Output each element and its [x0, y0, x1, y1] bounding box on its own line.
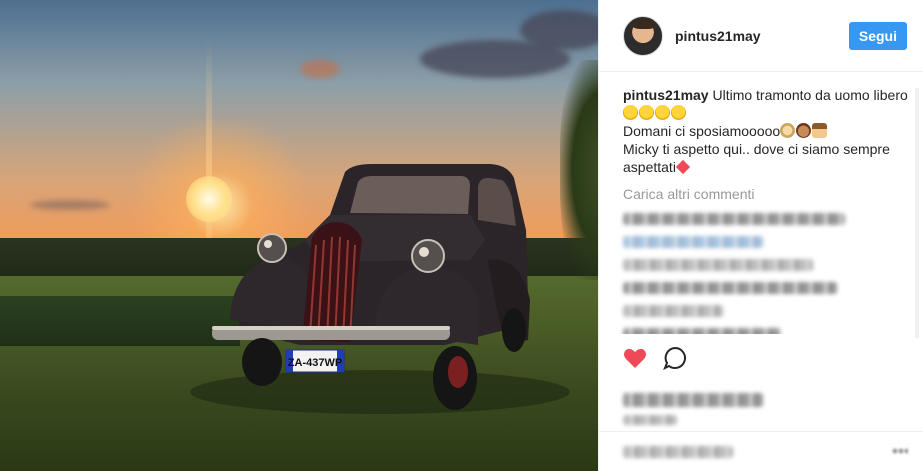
vintage-car: ZA-437WP	[190, 164, 570, 414]
post-caption: pintus21may Ultimo tramonto da uomo libe…	[623, 86, 913, 176]
post-actions	[623, 346, 687, 370]
bride-emoji-icon	[780, 123, 796, 138]
comment-icon[interactable]	[663, 346, 687, 370]
heart-emoji-icon	[675, 159, 691, 175]
crying-laughing-emoji-icon	[639, 105, 654, 120]
man-emoji-icon	[796, 123, 812, 138]
blurred-comment	[623, 236, 763, 248]
load-more-comments-link[interactable]: Carica altri commenti	[623, 186, 913, 202]
caption-username[interactable]: pintus21may	[623, 87, 709, 103]
caption-line-1: Ultimo tramonto da uomo libero	[712, 87, 908, 103]
crying-laughing-emoji-icon	[655, 105, 670, 120]
follow-button[interactable]: Segui	[848, 21, 907, 50]
blurred-comment	[623, 328, 781, 334]
likes-count[interactable]	[623, 393, 763, 407]
post-photo[interactable]: ZA-437WP	[0, 0, 598, 471]
comments-list: pintus21may Ultimo tramonto da uomo libe…	[599, 72, 923, 334]
post-date	[623, 415, 677, 425]
instagram-post: ZA-437WP pintus21may Segui pintus21may U…	[0, 0, 923, 471]
cake-emoji-icon	[812, 123, 828, 138]
heart-icon[interactable]	[623, 347, 647, 369]
crying-laughing-emoji-icon	[671, 105, 686, 120]
caption-line-2: Domani ci sposiamooooo	[623, 123, 781, 139]
post-header: pintus21may Segui	[599, 0, 923, 72]
blurred-comment	[623, 259, 813, 271]
blurred-comment	[623, 282, 837, 294]
blurred-comment	[623, 305, 723, 317]
blurred-comment	[623, 213, 845, 225]
add-comment-bar[interactable]	[599, 431, 923, 471]
header-username[interactable]: pintus21may	[675, 28, 849, 44]
post-sidebar: pintus21may Segui pintus21may Ultimo tra…	[598, 0, 923, 471]
license-plate: ZA-437WP	[288, 357, 342, 369]
caption-line-3: Micky ti aspetto qui.. dove ci siamo sem…	[623, 141, 890, 175]
more-options-icon[interactable]	[892, 448, 908, 454]
crying-laughing-emoji-icon	[623, 105, 638, 120]
avatar[interactable]	[623, 15, 663, 56]
add-comment-input[interactable]	[623, 446, 733, 458]
